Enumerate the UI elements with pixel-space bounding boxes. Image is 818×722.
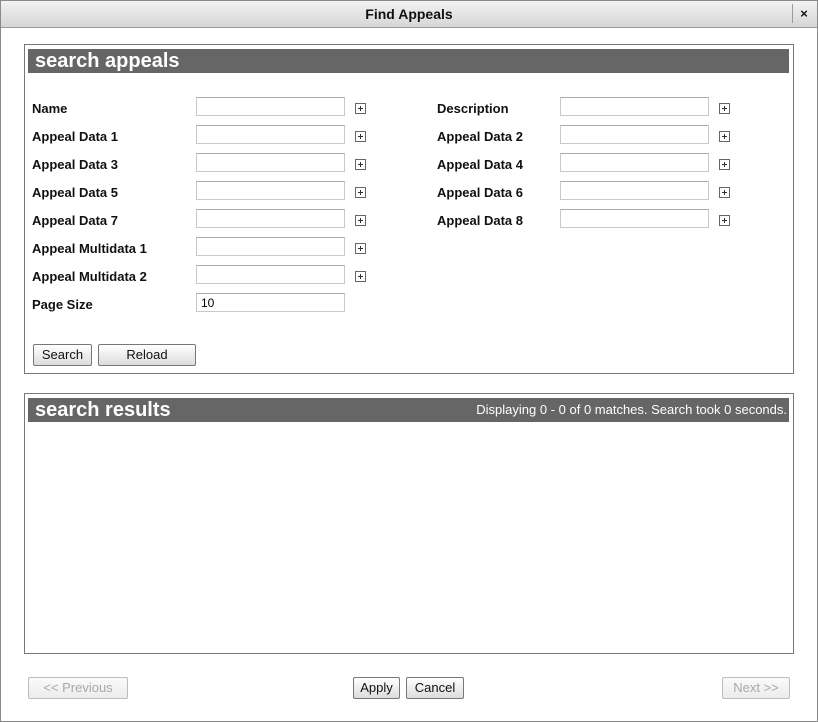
appeal-data-3-add-icon[interactable]: [355, 159, 366, 170]
appeal-data-4-input[interactable]: [560, 153, 709, 172]
appeal-multidata-2-input[interactable]: [196, 265, 345, 284]
appeal-multidata-2-add-icon[interactable]: [355, 271, 366, 282]
previous-button[interactable]: << Previous: [28, 677, 128, 699]
appeal-data-4-label: Appeal Data 4: [437, 157, 523, 172]
appeal-data-3-input[interactable]: [196, 153, 345, 172]
appeal-data-7-add-icon[interactable]: [355, 215, 366, 226]
search-panel-header: search appeals: [28, 49, 789, 73]
next-button[interactable]: Next >>: [722, 677, 790, 699]
appeal-data-5-add-icon[interactable]: [355, 187, 366, 198]
appeal-data-1-label: Appeal Data 1: [32, 129, 118, 144]
name-input[interactable]: [196, 97, 345, 116]
appeal-data-1-add-icon[interactable]: [355, 131, 366, 142]
appeal-data-2-label: Appeal Data 2: [437, 129, 523, 144]
appeal-data-7-input[interactable]: [196, 209, 345, 228]
results-panel-header: search results Displaying 0 - 0 of 0 mat…: [28, 398, 789, 422]
search-appeals-panel: search appeals Name Appeal Data 1 Appeal…: [24, 44, 794, 374]
appeal-data-5-input[interactable]: [196, 181, 345, 200]
appeal-data-7-label: Appeal Data 7: [32, 213, 118, 228]
appeal-data-8-input[interactable]: [560, 209, 709, 228]
description-label: Description: [437, 101, 509, 116]
appeal-multidata-2-label: Appeal Multidata 2: [32, 269, 147, 284]
appeal-data-6-input[interactable]: [560, 181, 709, 200]
dialog-title: Find Appeals: [365, 6, 453, 22]
appeal-data-2-input[interactable]: [560, 125, 709, 144]
appeal-data-8-label: Appeal Data 8: [437, 213, 523, 228]
results-panel-title: search results: [35, 399, 171, 421]
apply-button[interactable]: Apply: [353, 677, 400, 699]
title-bar[interactable]: Find Appeals ×: [1, 1, 817, 28]
appeal-multidata-1-add-icon[interactable]: [355, 243, 366, 254]
find-appeals-dialog: Find Appeals × search appeals Name Appea…: [0, 0, 818, 722]
appeal-data-6-label: Appeal Data 6: [437, 185, 523, 200]
appeal-data-8-add-icon[interactable]: [719, 215, 730, 226]
name-label: Name: [32, 101, 68, 116]
appeal-multidata-1-input[interactable]: [196, 237, 345, 256]
cancel-button[interactable]: Cancel: [406, 677, 464, 699]
description-input[interactable]: [560, 97, 709, 116]
description-add-icon[interactable]: [719, 103, 730, 114]
results-status-text: Displaying 0 - 0 of 0 matches. Search to…: [476, 402, 787, 417]
close-button[interactable]: ×: [792, 4, 815, 23]
search-button[interactable]: Search: [33, 344, 92, 366]
appeal-data-1-input[interactable]: [196, 125, 345, 144]
appeal-data-2-add-icon[interactable]: [719, 131, 730, 142]
appeal-data-4-add-icon[interactable]: [719, 159, 730, 170]
appeal-data-5-label: Appeal Data 5: [32, 185, 118, 200]
page-size-input[interactable]: [196, 293, 345, 312]
appeal-data-6-add-icon[interactable]: [719, 187, 730, 198]
appeal-data-3-label: Appeal Data 3: [32, 157, 118, 172]
page-size-label: Page Size: [32, 297, 93, 312]
search-results-panel: search results Displaying 0 - 0 of 0 mat…: [24, 393, 794, 654]
appeal-multidata-1-label: Appeal Multidata 1: [32, 241, 147, 256]
name-add-icon[interactable]: [355, 103, 366, 114]
search-panel-title: search appeals: [35, 50, 180, 72]
reload-button[interactable]: Reload: [98, 344, 196, 366]
close-icon: ×: [800, 6, 808, 21]
